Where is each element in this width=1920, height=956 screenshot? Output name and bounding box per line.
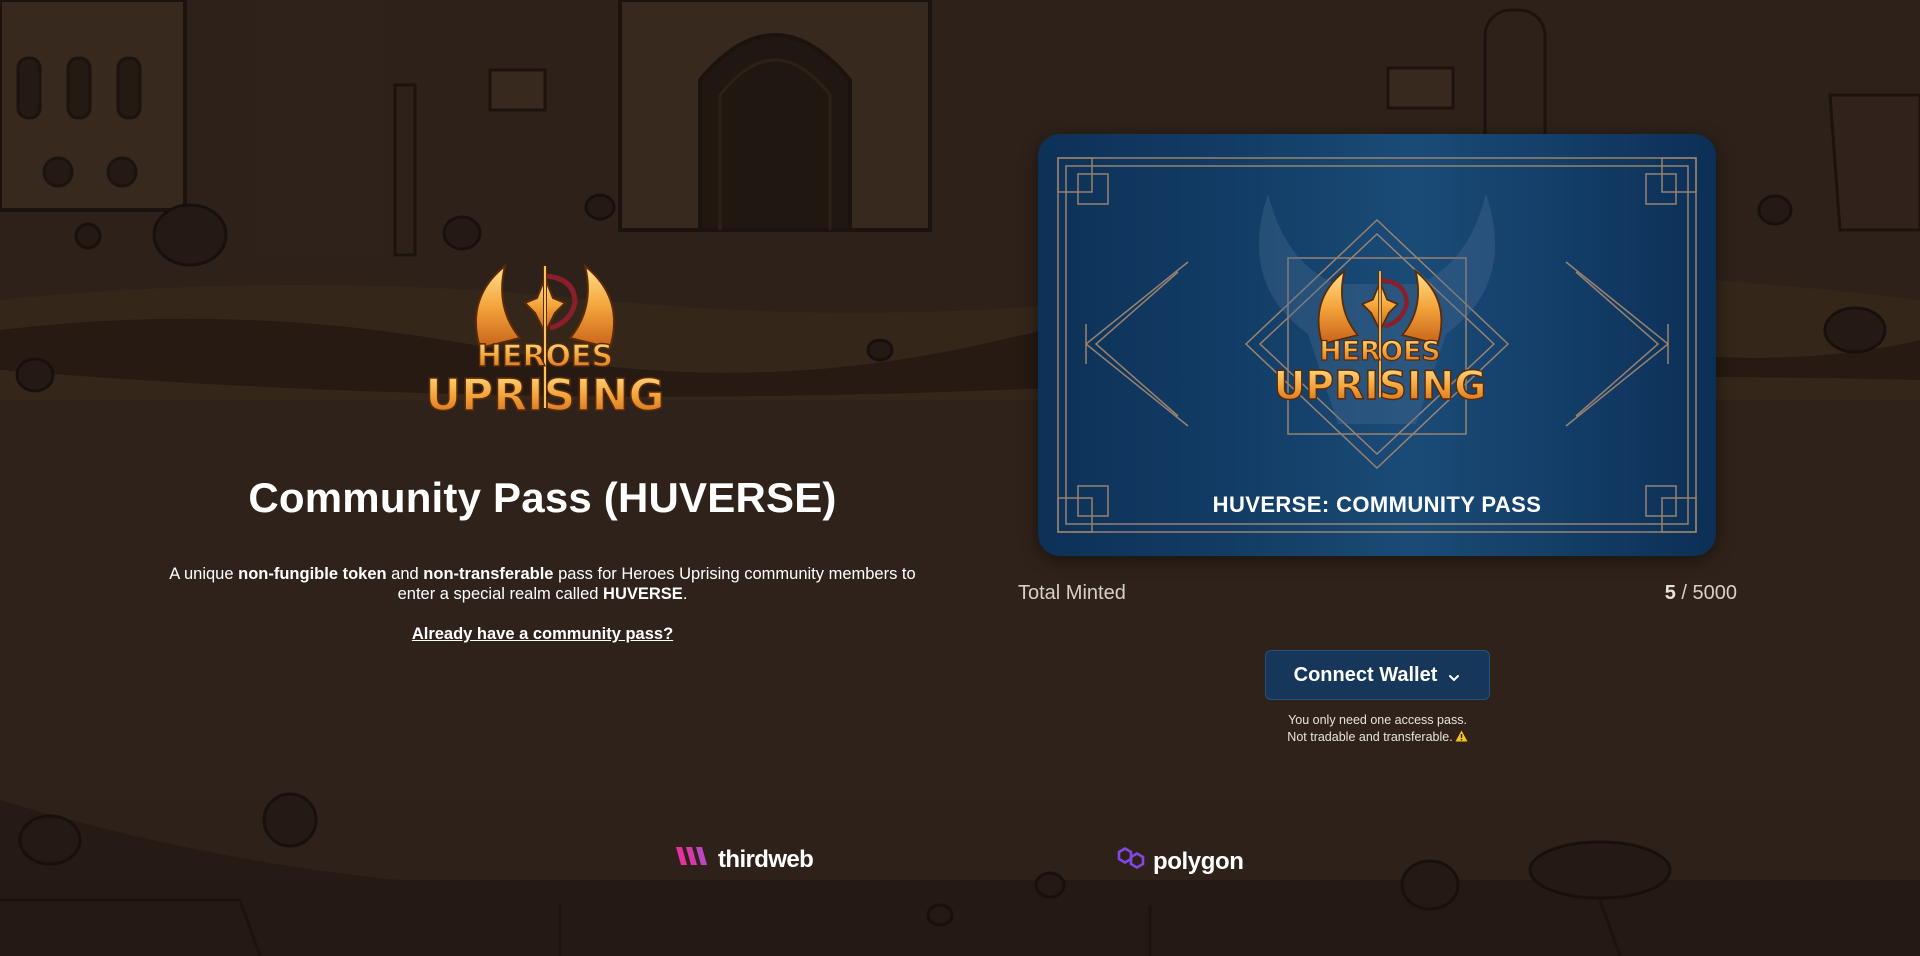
pass-description: A unique non-fungible token and non-tran… — [169, 565, 916, 603]
connect-wallet-label: Connect Wallet — [1293, 663, 1438, 686]
polygon-label: polygon — [1153, 847, 1244, 875]
thirdweb-label: thirdweb — [718, 845, 814, 873]
community-pass-card: HEROES UPRISING HUVERSE: COMMUNITY PASS — [1038, 134, 1716, 556]
svg-text:UPRISING: UPRISING — [425, 370, 664, 421]
pass-card-caption: HUVERSE: COMMUNITY PASS — [1212, 492, 1542, 517]
pass-card-logo-icon: HEROES UPRISING — [1273, 264, 1487, 424]
polygon-logo-icon — [1115, 844, 1147, 879]
minted-separator: / — [1675, 582, 1693, 604]
svg-text:HEROES: HEROES — [1319, 336, 1440, 367]
note-one-pass: You only need one access pass. — [1288, 713, 1467, 727]
total-minted-value: 5 / 5000 — [1665, 582, 1737, 605]
connect-wallet-button[interactable]: Connect Wallet — [1265, 650, 1490, 700]
already-have-pass-link[interactable]: Already have a community pass? — [0, 625, 1085, 644]
thirdweb-brand[interactable]: thirdweb — [676, 845, 814, 874]
svg-text:UPRISING: UPRISING — [1274, 364, 1487, 409]
svg-text:HEROES: HEROES — [477, 339, 613, 374]
note-not-tradable: Not tradable and transferable. — [1190, 729, 1565, 746]
polygon-brand[interactable]: polygon — [1115, 844, 1244, 879]
minted-count: 5 — [1664, 582, 1676, 604]
heroes-uprising-logo-icon: HEROES UPRISING — [425, 258, 665, 438]
thirdweb-logo-icon — [676, 845, 712, 874]
minted-total: 5000 — [1692, 582, 1738, 604]
wallet-notes: You only need one access pass. Not trada… — [1190, 712, 1565, 746]
chevron-down-icon — [1447, 668, 1461, 682]
warning-icon — [1455, 730, 1468, 742]
page-title: Community Pass (HUVERSE) — [248, 474, 837, 521]
total-minted-label: Total Minted — [1018, 582, 1126, 604]
